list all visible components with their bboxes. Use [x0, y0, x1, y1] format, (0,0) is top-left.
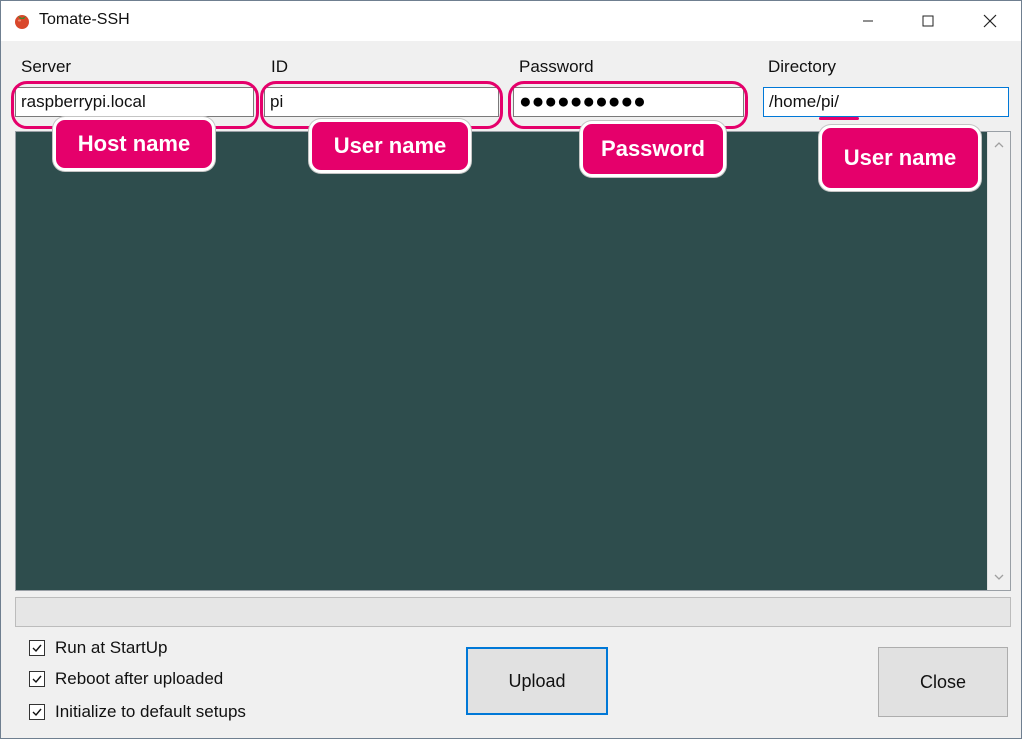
option-initialize-default[interactable]: Initialize to default setups: [29, 701, 246, 723]
title-bar[interactable]: Tomate-SSH: [1, 1, 1021, 41]
chevron-up-icon[interactable]: [992, 138, 1006, 152]
run-at-startup-checkbox[interactable]: [29, 640, 45, 656]
close-icon: [983, 14, 997, 28]
option-run-at-startup[interactable]: Run at StartUp: [29, 637, 167, 659]
reboot-after-uploaded-checkbox[interactable]: [29, 671, 45, 687]
minimize-icon: [863, 20, 873, 22]
run-at-startup-label: Run at StartUp: [55, 638, 168, 657]
upload-button[interactable]: Upload: [466, 647, 608, 715]
checkmark-icon: [32, 644, 42, 653]
console-output[interactable]: [15, 131, 1011, 591]
password-label: Password: [519, 57, 594, 76]
app-window: Tomate-SSH Server ID Password Directory …: [0, 0, 1022, 739]
progress-bar: [15, 597, 1011, 627]
close-button[interactable]: Close: [878, 647, 1008, 717]
initialize-default-checkbox[interactable]: [29, 704, 45, 720]
directory-input[interactable]: [763, 87, 1009, 117]
callout-host-name: Host name: [53, 117, 215, 171]
window-close-button[interactable]: [967, 1, 1013, 41]
server-label: Server: [21, 57, 72, 76]
directory-username-underline: [819, 117, 859, 120]
option-reboot-after-uploaded[interactable]: Reboot after uploaded: [29, 668, 223, 690]
id-label: ID: [271, 57, 288, 76]
tomato-icon: [15, 15, 29, 29]
directory-label: Directory: [768, 57, 837, 76]
maximize-icon: [922, 15, 934, 27]
callout-user-name-directory: User name: [819, 125, 981, 191]
minimize-button[interactable]: [845, 1, 891, 41]
chevron-down-icon[interactable]: [992, 570, 1006, 584]
window-title: Tomate-SSH: [39, 11, 130, 28]
reboot-after-uploaded-label: Reboot after uploaded: [55, 669, 224, 688]
maximize-button[interactable]: [905, 1, 951, 41]
callout-password: Password: [580, 121, 726, 177]
checkmark-icon: [32, 708, 42, 717]
checkmark-icon: [32, 675, 42, 684]
initialize-default-label: Initialize to default setups: [55, 702, 246, 721]
vertical-scrollbar[interactable]: [987, 132, 1010, 590]
callout-user-name-id: User name: [309, 119, 471, 173]
